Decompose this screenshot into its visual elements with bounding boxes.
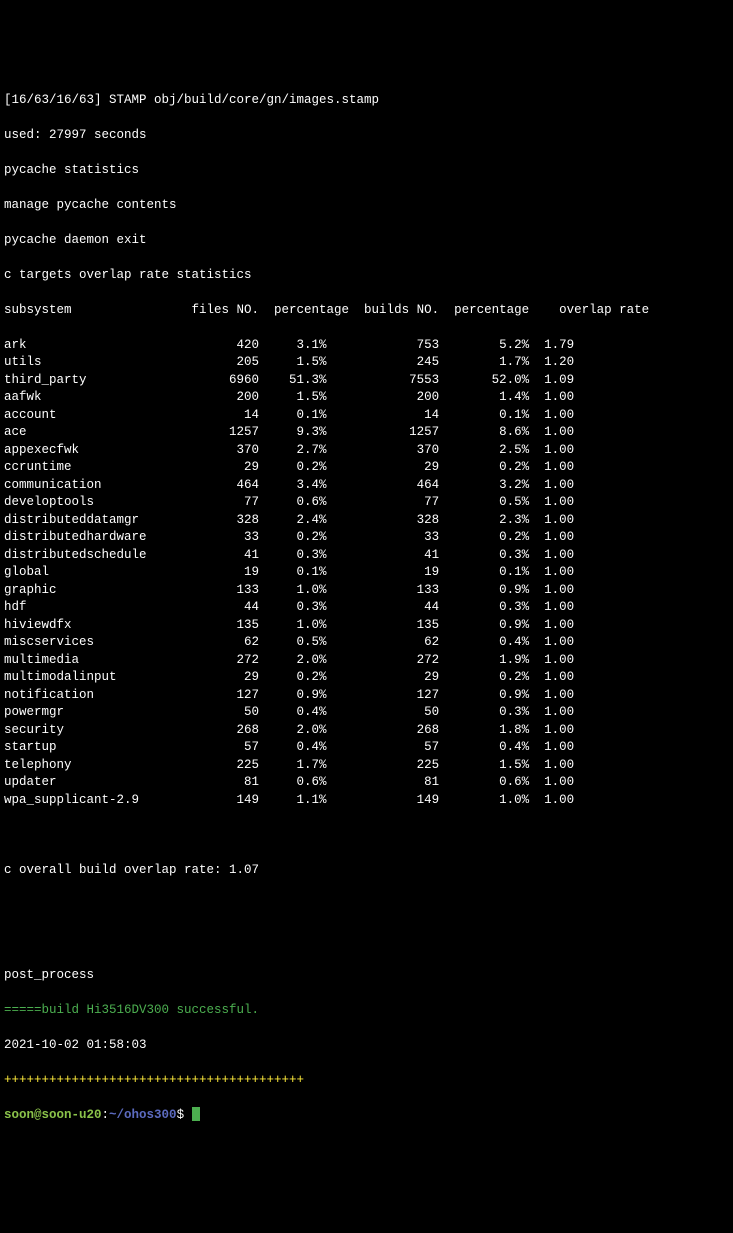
table-row: miscservices 62 0.5% 62 0.4% 1.00	[4, 634, 729, 652]
build-success: =====build Hi3516DV300 successful.	[4, 1002, 729, 1020]
manage-pycache-line: manage pycache contents	[4, 197, 729, 215]
c-targets-line: c targets overlap rate statistics	[4, 267, 729, 285]
cursor	[192, 1107, 200, 1121]
overall-rate: c overall build overlap rate: 1.07	[4, 862, 729, 880]
table-row: global 19 0.1% 19 0.1% 1.00	[4, 564, 729, 582]
table-row: security 268 2.0% 268 1.8% 1.00	[4, 722, 729, 740]
blank-3	[4, 932, 729, 950]
table-row: hiviewdfx 135 1.0% 135 0.9% 1.00	[4, 617, 729, 635]
table-header: subsystem files NO. percentage builds NO…	[4, 302, 729, 320]
table-row: appexecfwk 370 2.7% 370 2.5% 1.00	[4, 442, 729, 460]
terminal-output: [16/63/16/63] STAMP obj/build/core/gn/im…	[4, 74, 729, 1142]
table-row: telephony 225 1.7% 225 1.5% 1.00	[4, 757, 729, 775]
table-row: communication 464 3.4% 464 3.2% 1.00	[4, 477, 729, 495]
pycache-stats-line: pycache statistics	[4, 162, 729, 180]
table-row: third_party 6960 51.3% 7553 52.0% 1.09	[4, 372, 729, 390]
used-line: used: 27997 seconds	[4, 127, 729, 145]
table-row: distributedschedule 41 0.3% 41 0.3% 1.00	[4, 547, 729, 565]
table-row: notification 127 0.9% 127 0.9% 1.00	[4, 687, 729, 705]
table-row: account 14 0.1% 14 0.1% 1.00	[4, 407, 729, 425]
prompt-path: ~/ohos300	[109, 1108, 177, 1122]
blank-1	[4, 827, 729, 845]
table-row: distributeddatamgr 328 2.4% 328 2.3% 1.0…	[4, 512, 729, 530]
stamp-line: [16/63/16/63] STAMP obj/build/core/gn/im…	[4, 92, 729, 110]
table-row: multimedia 272 2.0% 272 1.9% 1.00	[4, 652, 729, 670]
table-row: powermgr 50 0.4% 50 0.3% 1.00	[4, 704, 729, 722]
table-row: developtools 77 0.6% 77 0.5% 1.00	[4, 494, 729, 512]
table-row: startup 57 0.4% 57 0.4% 1.00	[4, 739, 729, 757]
pycache-exit-line: pycache daemon exit	[4, 232, 729, 250]
prompt-line[interactable]: soon@soon-u20:~/ohos300$	[4, 1107, 729, 1125]
table-row: multimodalinput 29 0.2% 29 0.2% 1.00	[4, 669, 729, 687]
table-row: ccruntime 29 0.2% 29 0.2% 1.00	[4, 459, 729, 477]
table-row: wpa_supplicant-2.9 149 1.1% 149 1.0% 1.0…	[4, 792, 729, 810]
blank-2	[4, 897, 729, 915]
prompt-user-host: soon@soon-u20	[4, 1108, 102, 1122]
post-process: post_process	[4, 967, 729, 985]
separator-dashes: ++++++++++++++++++++++++++++++++++++++++	[4, 1072, 729, 1090]
table-row: ace 1257 9.3% 1257 8.6% 1.00	[4, 424, 729, 442]
table-row: hdf 44 0.3% 44 0.3% 1.00	[4, 599, 729, 617]
table-row: updater 81 0.6% 81 0.6% 1.00	[4, 774, 729, 792]
table-row: distributedhardware 33 0.2% 33 0.2% 1.00	[4, 529, 729, 547]
table-row: graphic 133 1.0% 133 0.9% 1.00	[4, 582, 729, 600]
table-row: utils 205 1.5% 245 1.7% 1.20	[4, 354, 729, 372]
table-row: ark 420 3.1% 753 5.2% 1.79	[4, 337, 729, 355]
table-row: aafwk 200 1.5% 200 1.4% 1.00	[4, 389, 729, 407]
timestamp: 2021-10-02 01:58:03	[4, 1037, 729, 1055]
